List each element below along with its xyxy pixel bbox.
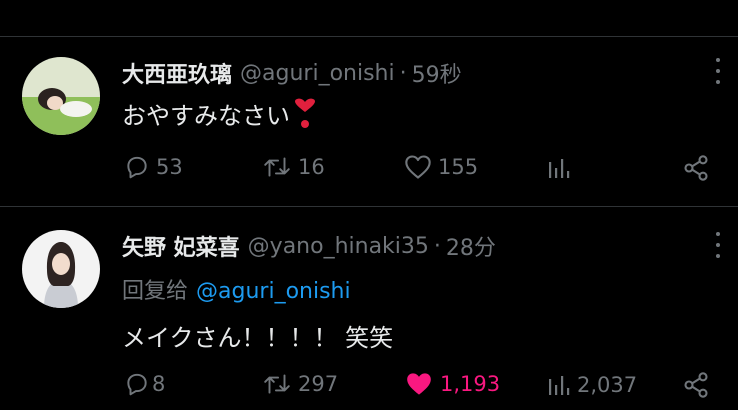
more-dot-icon bbox=[716, 232, 720, 236]
tweet-header: 矢野 妃菜喜 @yano_hinaki35 · 28分 bbox=[122, 230, 496, 262]
more-dot-icon bbox=[716, 69, 720, 73]
retweet-count: 16 bbox=[298, 155, 325, 179]
more-dot-icon bbox=[716, 58, 720, 62]
avatar[interactable] bbox=[22, 57, 100, 135]
more-options-button[interactable] bbox=[712, 58, 724, 84]
user-handle[interactable]: @aguri_onishi bbox=[240, 61, 395, 86]
mention-link[interactable]: @aguri_onishi bbox=[196, 279, 351, 304]
retweet-button[interactable]: 16 bbox=[262, 154, 325, 180]
views-bar-chart-icon bbox=[549, 159, 570, 178]
reply-icon bbox=[127, 373, 147, 396]
more-dot-icon bbox=[716, 80, 720, 84]
tweet-actions: 53 16 155 bbox=[0, 150, 738, 186]
tweet-text: メイクさん！！！！ 笑笑 bbox=[122, 324, 394, 352]
user-handle[interactable]: @yano_hinaki35 bbox=[248, 234, 429, 259]
separator-dot: · bbox=[399, 60, 407, 86]
share-icon bbox=[684, 155, 708, 181]
share-button[interactable] bbox=[682, 154, 710, 182]
avatar-photo bbox=[22, 230, 100, 308]
share-button[interactable] bbox=[682, 371, 710, 399]
views-button[interactable]: 2,037 bbox=[545, 373, 637, 397]
tweet-2[interactable]: 矢野 妃菜喜 @yano_hinaki35 · 28分 回复给 @aguri_on… bbox=[0, 207, 738, 410]
like-count: 1,193 bbox=[440, 372, 501, 396]
tweet-actions: 8 297 1,193 2,037 bbox=[0, 367, 738, 403]
views-button[interactable] bbox=[545, 156, 577, 180]
reply-icon bbox=[127, 156, 147, 179]
reply-button[interactable]: 53 bbox=[124, 154, 183, 180]
display-name[interactable]: 矢野 妃菜喜 bbox=[122, 230, 240, 262]
more-options-button[interactable] bbox=[712, 232, 724, 258]
more-dot-icon bbox=[716, 243, 720, 247]
views-count: 2,037 bbox=[577, 373, 638, 397]
retweet-icon bbox=[264, 157, 290, 177]
heart-exclamation-icon bbox=[295, 98, 315, 128]
tweet-text: おやすみなさい bbox=[122, 96, 318, 131]
like-count: 155 bbox=[438, 155, 479, 179]
timestamp[interactable]: 28分 bbox=[446, 230, 496, 262]
reply-count: 8 bbox=[152, 372, 166, 396]
tweet-text-body: おやすみなさい bbox=[122, 102, 290, 130]
avatar-photo bbox=[22, 57, 100, 135]
like-button[interactable]: 155 bbox=[404, 154, 478, 180]
views-bar-chart-icon bbox=[549, 376, 570, 395]
retweet-count: 297 bbox=[298, 372, 339, 396]
heart-filled-icon bbox=[407, 373, 431, 395]
retweet-button[interactable]: 297 bbox=[262, 371, 338, 397]
reply-prefix: 回复给 bbox=[122, 279, 189, 304]
replying-to: 回复给 @aguri_onishi bbox=[122, 273, 351, 305]
more-dot-icon bbox=[716, 254, 720, 258]
reply-count: 53 bbox=[156, 155, 183, 179]
retweet-icon bbox=[264, 374, 290, 394]
avatar[interactable] bbox=[22, 230, 100, 308]
tweet-1[interactable]: 大西亜玖璃 @aguri_onishi · 59秒 おやすみなさい 53 16 bbox=[0, 0, 738, 206]
display-name[interactable]: 大西亜玖璃 bbox=[122, 57, 232, 89]
reply-button[interactable]: 8 bbox=[124, 371, 165, 397]
like-button[interactable]: 1,193 bbox=[404, 371, 500, 397]
share-icon bbox=[684, 372, 708, 398]
timestamp[interactable]: 59秒 bbox=[412, 57, 462, 89]
heart-icon bbox=[405, 155, 431, 179]
separator-dot: · bbox=[433, 233, 441, 259]
tweet-header: 大西亜玖璃 @aguri_onishi · 59秒 bbox=[122, 57, 462, 89]
